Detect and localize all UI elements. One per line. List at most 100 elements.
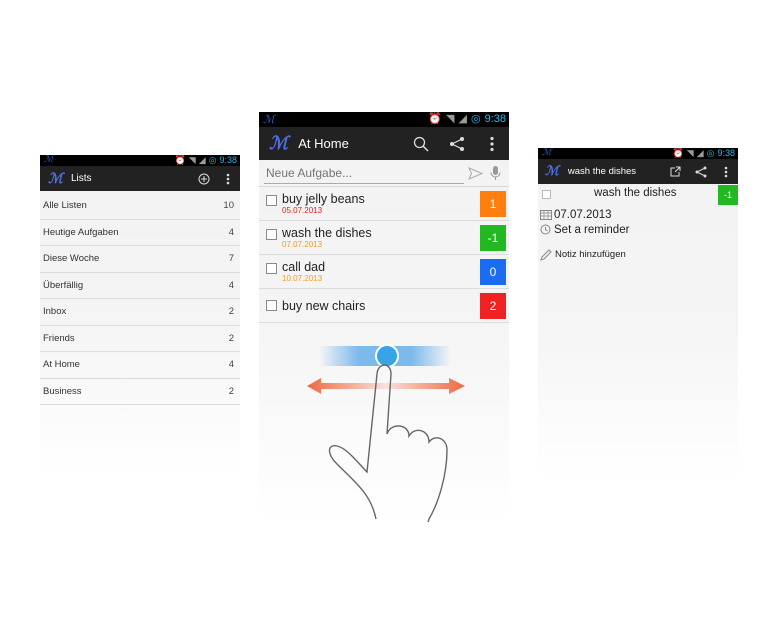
status-clock: 9:38 [219, 155, 237, 165]
swipe-gesture-illustration [307, 344, 465, 522]
page-title: Lists [70, 173, 92, 184]
list-name: Business [43, 385, 82, 397]
status-clock: 9:38 [484, 113, 506, 125]
status-bar: ℳ ⏰ ◥ ◢ ◎ 9:38 [538, 148, 738, 159]
calendar-icon [540, 209, 552, 220]
signal-icon: ◢ [198, 155, 206, 165]
app-notification-icon: ℳ [44, 155, 54, 165]
phone-task-detail: ℳ ⏰ ◥ ◢ ◎ 9:38 ℳ wash the dishes wash th… [538, 148, 738, 478]
priority-badge[interactable]: -1 [480, 225, 506, 251]
search-icon[interactable] [403, 127, 439, 160]
overflow-menu-icon[interactable] [475, 127, 509, 160]
task-checkbox[interactable] [266, 229, 277, 240]
add-note-label: Notiz hinzufügen [555, 249, 626, 260]
task-title: buy new chairs [282, 298, 366, 313]
share-icon[interactable] [439, 127, 475, 160]
due-date: 07.07.2013 [554, 208, 612, 221]
status-bar: ℳ ⏰ ◥ ◢ ◎ 9:38 [259, 112, 509, 127]
priority-badge[interactable]: 0 [480, 259, 506, 285]
task-header: wash the dishes -1 [538, 184, 738, 206]
list-item[interactable]: Friends 2 [40, 326, 240, 352]
sync-icon: ◎ [208, 155, 217, 165]
lists-list: Alle Listen 10 Heutige Aufgaben 4 Diese … [40, 193, 240, 405]
list-name: Heutige Aufgaben [43, 226, 119, 238]
alarm-icon: ⏰ [174, 155, 186, 165]
pencil-icon [540, 248, 552, 261]
task-list: buy jelly beans 05.07.2013 1 wash the di… [259, 187, 509, 323]
wifi-icon: ◥ [446, 113, 455, 125]
phone-task-list: ℳ ⏰ ◥ ◢ ◎ 9:38 ℳ At Home Neue Aufgabe...… [259, 112, 509, 522]
new-task-bar [259, 160, 509, 187]
list-item[interactable]: Heutige Aufgaben 4 [40, 220, 240, 246]
task-checkbox[interactable] [266, 263, 277, 274]
list-count: 4 [228, 226, 234, 238]
list-item[interactable]: Alle Listen 10 [40, 193, 240, 220]
priority-badge[interactable]: 1 [480, 191, 506, 217]
task-title: call dad [282, 259, 326, 274]
action-bar: ℳ At Home [259, 127, 509, 160]
list-count: 4 [228, 359, 234, 371]
task-row[interactable]: wash the dishes 07.07.2013 -1 [259, 221, 509, 255]
page-title: At Home [298, 136, 349, 151]
open-external-icon[interactable] [662, 159, 688, 184]
wifi-icon: ◥ [188, 155, 196, 165]
task-due-date: 07.07.2013 [282, 239, 323, 249]
signal-icon: ◢ [696, 148, 704, 158]
action-bar: ℳ Lists [40, 166, 240, 191]
list-name: Inbox [43, 306, 67, 318]
app-logo-icon[interactable]: ℳ [545, 164, 559, 179]
list-item[interactable]: Inbox 2 [40, 299, 240, 326]
list-name: Friends [43, 332, 75, 344]
add-list-icon[interactable] [192, 166, 216, 191]
reminder-row[interactable]: Set a reminder [538, 222, 738, 237]
sync-icon: ◎ [470, 113, 481, 125]
priority-badge[interactable]: 2 [480, 293, 506, 319]
add-note-row[interactable]: Notiz hinzufügen [538, 247, 738, 262]
list-item[interactable]: Überfällig 4 [40, 273, 240, 299]
overflow-menu-icon[interactable] [216, 166, 240, 191]
wifi-icon: ◥ [686, 148, 694, 158]
list-count: 2 [228, 306, 234, 318]
new-task-input[interactable] [264, 162, 464, 184]
list-name: Diese Woche [43, 253, 100, 265]
reminder-label: Set a reminder [554, 223, 630, 236]
app-logo-icon[interactable]: ℳ [48, 171, 63, 187]
alarm-icon: ⏰ [428, 113, 443, 125]
list-count: 2 [228, 385, 234, 397]
send-icon[interactable] [464, 166, 486, 180]
task-title: buy jelly beans [282, 191, 365, 206]
page-title: wash the dishes [567, 166, 637, 177]
task-row[interactable]: buy new chairs 2 [259, 289, 509, 323]
priority-badge[interactable]: -1 [718, 185, 738, 205]
microphone-icon[interactable] [486, 165, 504, 181]
task-title: wash the dishes [282, 225, 372, 240]
task-checkbox[interactable] [266, 195, 277, 206]
list-item[interactable]: Diese Woche 7 [40, 246, 240, 273]
clock-icon [540, 224, 551, 235]
task-title[interactable]: wash the dishes [594, 187, 676, 199]
overflow-menu-icon[interactable] [714, 159, 738, 184]
app-logo-icon[interactable]: ℳ [269, 133, 288, 154]
alarm-icon: ⏰ [672, 148, 684, 158]
task-checkbox[interactable] [542, 190, 551, 199]
swipe-knob [375, 344, 399, 368]
task-row[interactable]: call dad 10.07.2013 0 [259, 255, 509, 289]
list-count: 2 [228, 332, 234, 344]
list-count: 7 [228, 253, 234, 265]
task-row[interactable]: buy jelly beans 05.07.2013 1 [259, 187, 509, 221]
status-bar: ℳ ⏰ ◥ ◢ ◎ 9:38 [40, 155, 240, 166]
status-clock: 9:38 [717, 148, 735, 158]
list-item[interactable]: At Home 4 [40, 352, 240, 379]
app-notification-icon: ℳ [263, 113, 275, 126]
list-count: 4 [228, 279, 234, 291]
action-bar: ℳ wash the dishes [538, 159, 738, 184]
share-icon[interactable] [688, 159, 714, 184]
list-item[interactable]: Business 2 [40, 379, 240, 405]
task-checkbox[interactable] [266, 300, 277, 311]
phone-lists: ℳ ⏰ ◥ ◢ ◎ 9:38 ℳ Lists Alle Listen 10 He… [40, 155, 240, 475]
due-date-row[interactable]: 07.07.2013 [538, 207, 738, 222]
signal-icon: ◢ [458, 113, 467, 125]
list-name: Überfällig [43, 279, 84, 291]
swipe-arrow [307, 378, 465, 394]
task-due-date: 05.07.2013 [282, 205, 323, 215]
